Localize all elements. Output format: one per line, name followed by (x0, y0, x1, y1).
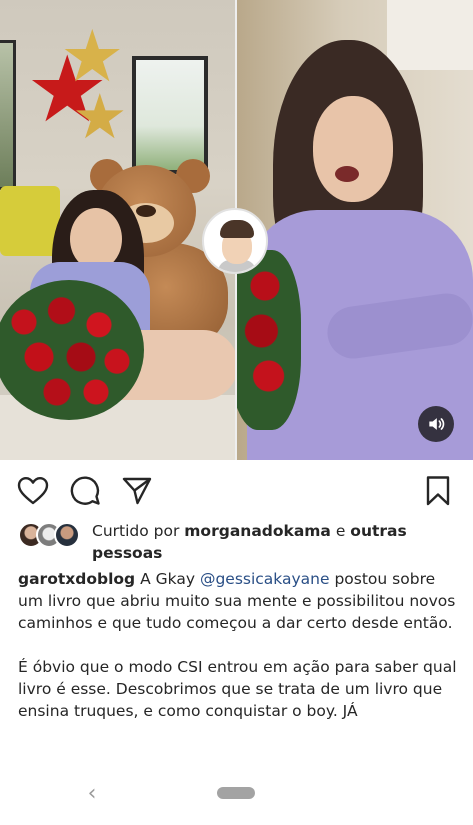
post-caption: garotxdoblog A Gkay @gessicakayane posto… (18, 568, 458, 722)
liker-username[interactable]: morganadokama (184, 522, 331, 540)
media-left-panel: ★ ★ ★ (0, 0, 236, 460)
bookmark-icon[interactable] (421, 474, 455, 508)
avatar (54, 522, 80, 548)
back-icon[interactable]: ‹ (80, 778, 104, 808)
post-actions (0, 470, 473, 510)
likes-connector: e (330, 522, 351, 540)
cartoon-man-avatar-icon (202, 208, 268, 274)
caption-author[interactable]: garotxdoblog (18, 570, 135, 588)
caption-text-1: A Gkay (135, 570, 200, 588)
woman-face (70, 208, 122, 270)
star-balloon-gold-2: ★ (72, 80, 128, 153)
comment-icon[interactable] (68, 474, 102, 508)
window-left (0, 40, 16, 190)
liker-avatars[interactable] (18, 522, 82, 548)
post-media[interactable]: ★ ★ ★ (0, 0, 473, 460)
woman-mouth-right (335, 166, 359, 182)
home-pill[interactable] (217, 787, 255, 799)
system-nav-bar: ‹ (0, 770, 473, 825)
volume-icon[interactable] (418, 406, 454, 442)
caption-paragraph-1: garotxdoblog A Gkay @gessicakayane posto… (18, 568, 458, 634)
likes-prefix: Curtido por (92, 522, 185, 540)
media-right-panel (237, 0, 473, 460)
heart-icon[interactable] (16, 474, 50, 508)
share-icon[interactable] (120, 474, 154, 508)
likes-text: Curtido por morganadokama e outras pesso… (92, 520, 462, 564)
woman-face-right (313, 96, 393, 202)
caption-paragraph-2: É óbvio que o modo CSI entrou em ação pa… (18, 658, 457, 720)
rose-bouquet-right (237, 250, 301, 430)
rose-bouquet (0, 280, 144, 420)
window (132, 56, 208, 174)
sofa (0, 186, 60, 256)
caption-mention[interactable]: @gessicakayane (200, 570, 330, 588)
